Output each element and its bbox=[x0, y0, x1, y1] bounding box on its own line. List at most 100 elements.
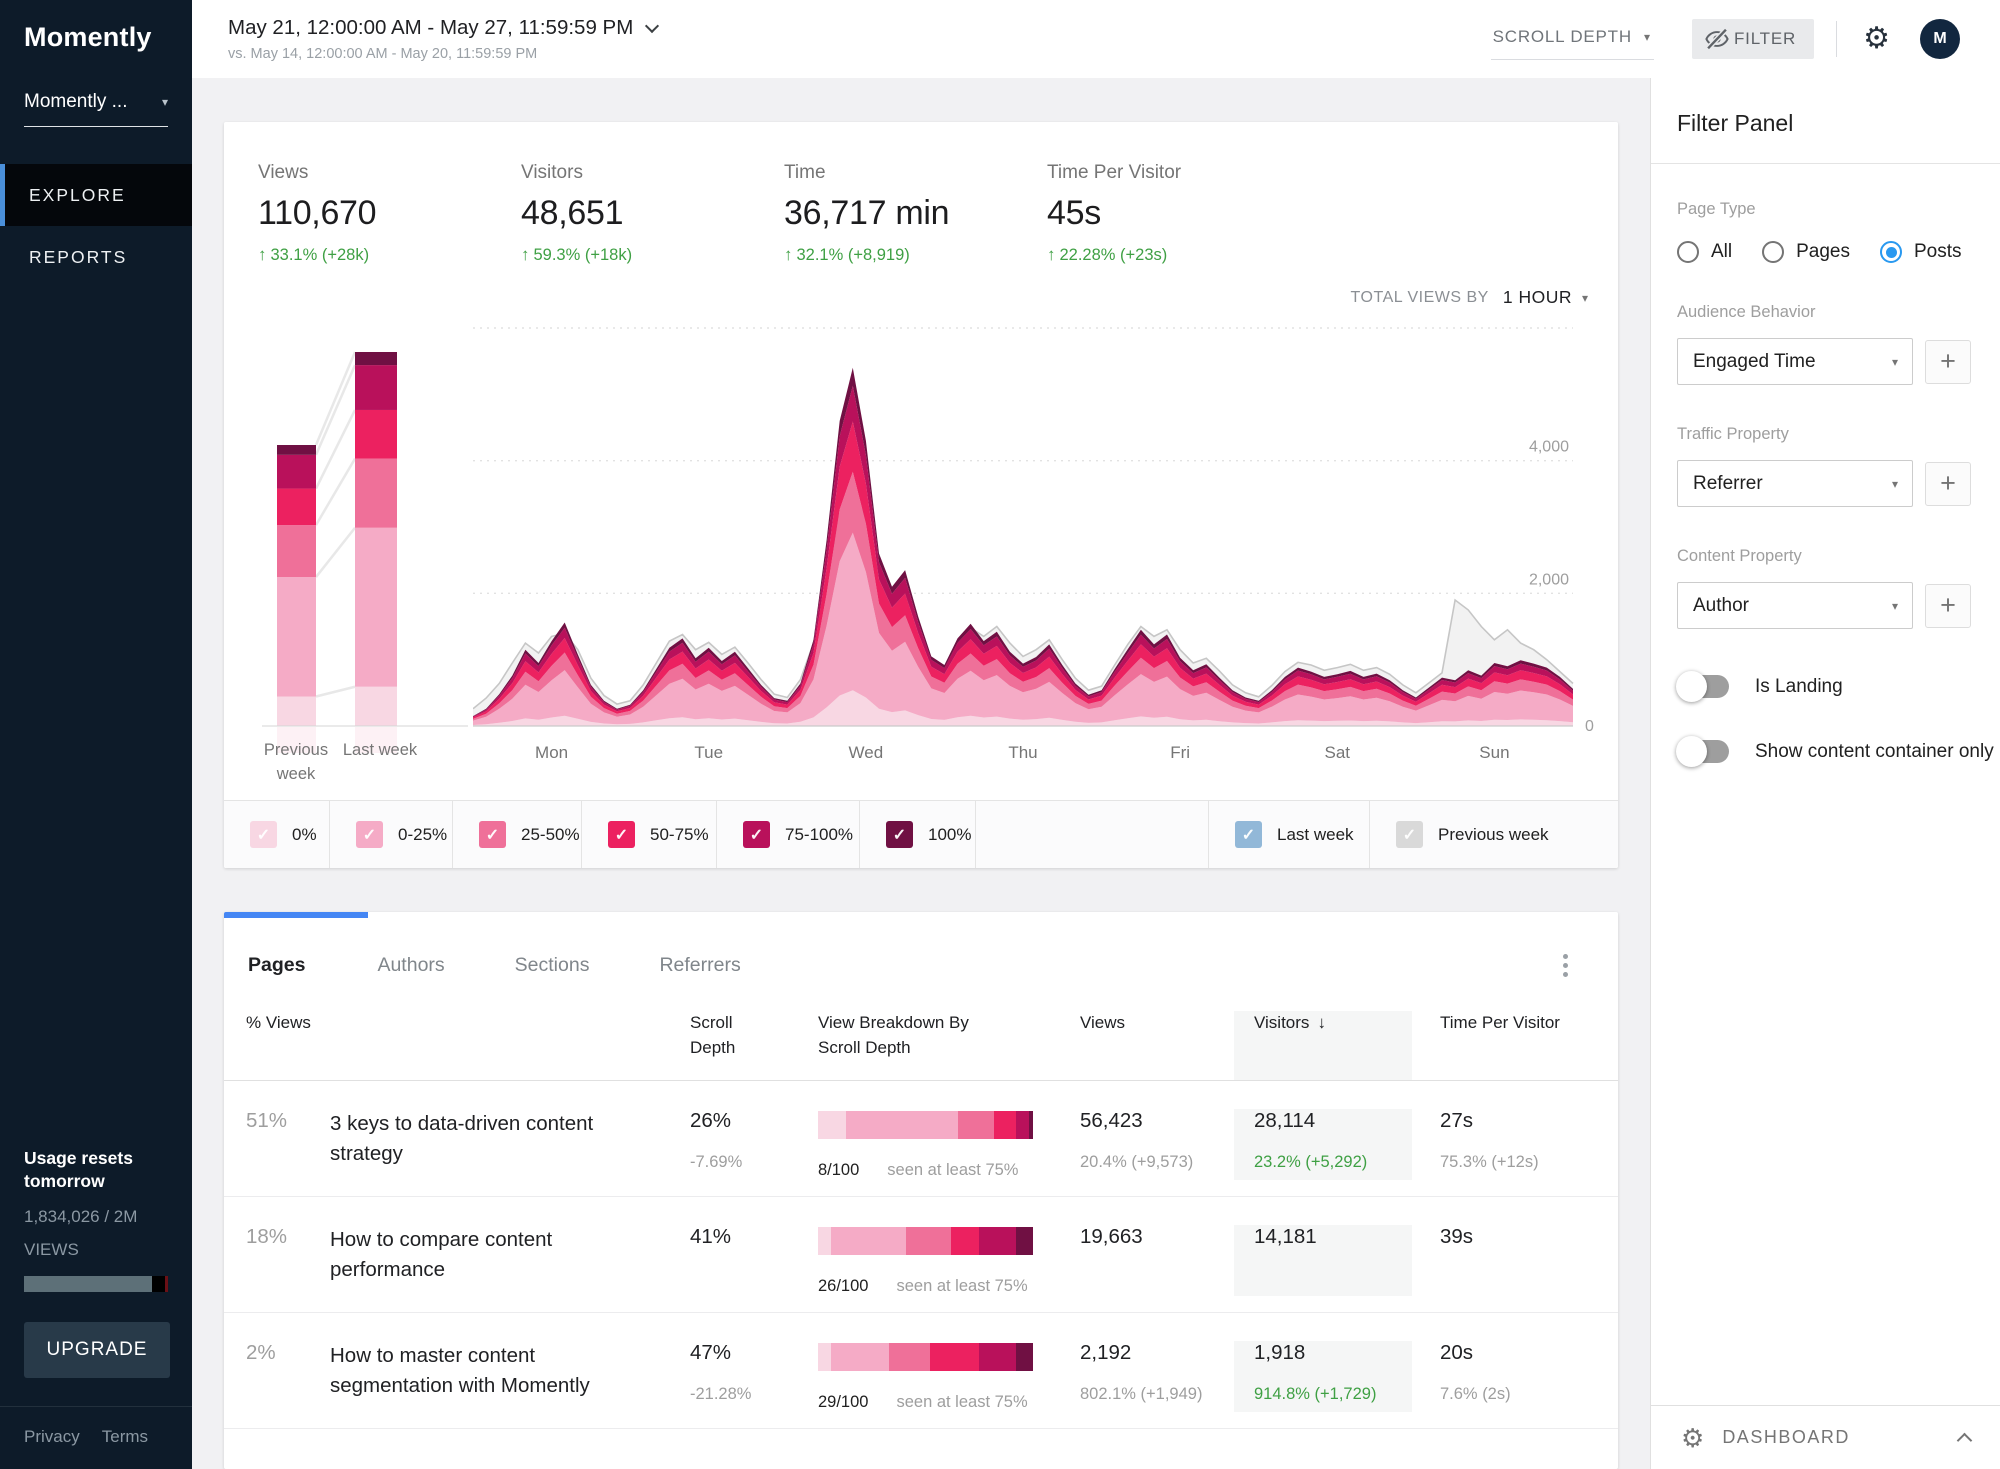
svg-text:Last week: Last week bbox=[343, 741, 418, 759]
radio-label: Pages bbox=[1796, 241, 1850, 263]
visitors-delta: 914.8% (+1,729) bbox=[1254, 1385, 1412, 1404]
checkbox-25-50pct[interactable]: ✓ bbox=[479, 821, 506, 848]
scroll-depth-breakdown-bar bbox=[818, 1227, 1033, 1255]
filter-toggles: Is Landing Show content container only bbox=[1651, 675, 2000, 763]
legend-label: Previous week bbox=[1438, 825, 1549, 845]
sidebar-item-reports[interactable]: REPORTS bbox=[0, 226, 192, 288]
table-row[interactable]: 18%How to compare content performance41%… bbox=[224, 1197, 1618, 1313]
col-header-pct-views[interactable]: % Views bbox=[246, 1011, 330, 1080]
traffic-property-select[interactable]: Referrer▾ bbox=[1677, 460, 1913, 507]
col-header-views[interactable]: Views bbox=[1080, 1011, 1234, 1080]
avatar[interactable]: M bbox=[1920, 19, 1960, 59]
workspace-selector[interactable]: Momently ... ▾ bbox=[24, 91, 168, 127]
toggle-row-show-content-container-only[interactable]: Show content container only bbox=[1651, 740, 2000, 763]
filter-group-traffic-property: Traffic PropertyReferrer▾+ bbox=[1651, 425, 2000, 507]
usage-progress-fill bbox=[24, 1276, 152, 1292]
legend-label: 0% bbox=[292, 825, 317, 845]
checkbox-last-week[interactable]: ✓ bbox=[1235, 821, 1262, 848]
metric-selector-dropdown[interactable]: SCROLL DEPTH ▾ bbox=[1491, 19, 1654, 60]
svg-text:Previous: Previous bbox=[264, 741, 328, 759]
add-content-property-filter-button[interactable]: + bbox=[1925, 584, 1971, 628]
checkbox-0-25pct[interactable]: ✓ bbox=[356, 821, 383, 848]
col-header-visitors[interactable]: Visitors↓ bbox=[1234, 1011, 1412, 1080]
radio-option-posts[interactable]: Posts bbox=[1880, 241, 1962, 263]
page-type-group: Page Type All Pages Posts bbox=[1651, 200, 2000, 263]
radio-option-pages[interactable]: Pages bbox=[1762, 241, 1850, 263]
upgrade-button[interactable]: UPGRADE bbox=[24, 1322, 170, 1378]
is-landing-toggle[interactable] bbox=[1679, 675, 1729, 698]
col-header-view-breakdown[interactable]: View Breakdown By Scroll Depth bbox=[818, 1011, 983, 1080]
breakdown-cell: 29/100seen at least 75% bbox=[818, 1341, 1080, 1412]
sidebar-nav: EXPLOREREPORTS bbox=[0, 164, 192, 288]
filter-control-row: Engaged Time▾ + bbox=[1651, 322, 2000, 385]
svg-text:4,000: 4,000 bbox=[1529, 439, 1569, 456]
gear-icon[interactable]: ⚙ bbox=[1863, 24, 1890, 54]
checkbox-50-75pct[interactable]: ✓ bbox=[608, 821, 635, 848]
tab-pages[interactable]: Pages bbox=[248, 954, 305, 977]
active-tab-indicator bbox=[224, 912, 368, 918]
filter-control-row: Author▾ + bbox=[1651, 566, 2000, 629]
checkbox-previous-week[interactable]: ✓ bbox=[1396, 821, 1423, 848]
views-delta: 20.4% (+9,573) bbox=[1080, 1153, 1234, 1172]
svg-text:Fri: Fri bbox=[1170, 743, 1190, 762]
caret-down-icon: ▾ bbox=[1892, 355, 1898, 369]
content-table-card: Pages Authors Sections Referrers % Views Sc… bbox=[224, 912, 1618, 1469]
filter-control-row: Referrer▾ + bbox=[1651, 444, 2000, 507]
terms-link[interactable]: Terms bbox=[102, 1427, 148, 1447]
sidebar-item-explore[interactable]: EXPLORE bbox=[0, 164, 192, 226]
sort-desc-icon: ↓ bbox=[1317, 1013, 1326, 1032]
radio-option-all[interactable]: All bbox=[1677, 241, 1732, 263]
page-type-label: Page Type bbox=[1651, 200, 2000, 219]
visitors-cell: 14,181 bbox=[1234, 1225, 1412, 1296]
breakdown-segment-25-50pct bbox=[889, 1343, 930, 1371]
filter-toggle-button[interactable]: FILTER bbox=[1692, 19, 1814, 59]
checkbox-0pct[interactable]: ✓ bbox=[250, 821, 277, 848]
page-type-options: All Pages Posts bbox=[1651, 219, 2000, 263]
radio-checked-icon bbox=[1880, 241, 1902, 263]
kebab-menu-icon[interactable] bbox=[1559, 950, 1572, 981]
date-range-selector[interactable]: May 21, 12:00:00 AM - May 27, 11:59:59 P… bbox=[228, 16, 657, 40]
topbar-divider bbox=[1836, 21, 1837, 57]
toggle-label: Show content container only bbox=[1755, 741, 1994, 763]
topbar: May 21, 12:00:00 AM - May 27, 11:59:59 P… bbox=[192, 0, 2000, 78]
table-row[interactable]: 51%3 keys to data-driven content strateg… bbox=[224, 1081, 1618, 1197]
seen-ratio: 26/100 bbox=[818, 1277, 868, 1296]
date-range-label: May 21, 12:00:00 AM - May 27, 11:59:59 P… bbox=[228, 16, 633, 40]
scroll-depth-delta: -21.28% bbox=[690, 1385, 818, 1404]
checkbox-75-100pct[interactable]: ✓ bbox=[743, 821, 770, 848]
show-content-container-only-toggle[interactable] bbox=[1679, 740, 1729, 763]
legend-item-50-75pct: ✓50-75% bbox=[582, 801, 717, 868]
momently-analytics-app: Momently Momently ... ▾ EXPLOREREPORTS U… bbox=[0, 0, 2000, 1469]
add-audience-behavior-filter-button[interactable]: + bbox=[1925, 340, 1971, 384]
toggle-row-is-landing[interactable]: Is Landing bbox=[1651, 675, 2000, 698]
dashboard-footer[interactable]: ⚙ DASHBOARD bbox=[1651, 1405, 2000, 1469]
col-header-scroll-depth[interactable]: Scroll Depth bbox=[690, 1011, 760, 1080]
page-title: How to master content segmentation with … bbox=[330, 1341, 640, 1412]
checkbox-100pct[interactable]: ✓ bbox=[886, 821, 913, 848]
table-row[interactable]: 2%How to master content segmentation wit… bbox=[224, 1313, 1618, 1429]
content-property-select[interactable]: Author▾ bbox=[1677, 582, 1913, 629]
breakdown-segment-50-75pct bbox=[951, 1227, 979, 1255]
metric-label: Time Per Visitor bbox=[1047, 162, 1310, 184]
col-header-time-per-visitor[interactable]: Time Per Visitor bbox=[1412, 1011, 1618, 1080]
privacy-link[interactable]: Privacy bbox=[24, 1427, 80, 1447]
toggle-label: Is Landing bbox=[1755, 676, 1843, 698]
seen-label: seen at least 75% bbox=[896, 1277, 1027, 1296]
filter-group-label: Audience Behavior bbox=[1651, 303, 2000, 322]
svg-text:2,000: 2,000 bbox=[1529, 571, 1569, 588]
add-traffic-property-filter-button[interactable]: + bbox=[1925, 462, 1971, 506]
usage-count: 1,834,026 / 2M bbox=[0, 1207, 192, 1227]
metric-label: Time bbox=[784, 162, 1047, 184]
time-per-visitor-cell: 39s bbox=[1412, 1225, 1618, 1296]
tab-referrers[interactable]: Referrers bbox=[659, 954, 740, 977]
dashboard-footer-label: DASHBOARD bbox=[1722, 1427, 1850, 1448]
date-compare-label: vs. May 14, 12:00:00 AM - May 20, 11:59:… bbox=[228, 46, 657, 62]
tab-sections[interactable]: Sections bbox=[515, 954, 590, 977]
tab-authors[interactable]: Authors bbox=[377, 954, 444, 977]
audience-behavior-select[interactable]: Engaged Time▾ bbox=[1677, 338, 1913, 385]
seen-ratio: 29/100 bbox=[818, 1393, 868, 1412]
breakdown-cell: 26/100 seen at least 75% bbox=[818, 1225, 1080, 1296]
filter-panel: Filter Panel Page Type AllPagesPosts Aud… bbox=[1650, 78, 2000, 1469]
breakdown-segment-0-25pct bbox=[846, 1111, 958, 1139]
usage-progress-cap bbox=[165, 1276, 168, 1292]
